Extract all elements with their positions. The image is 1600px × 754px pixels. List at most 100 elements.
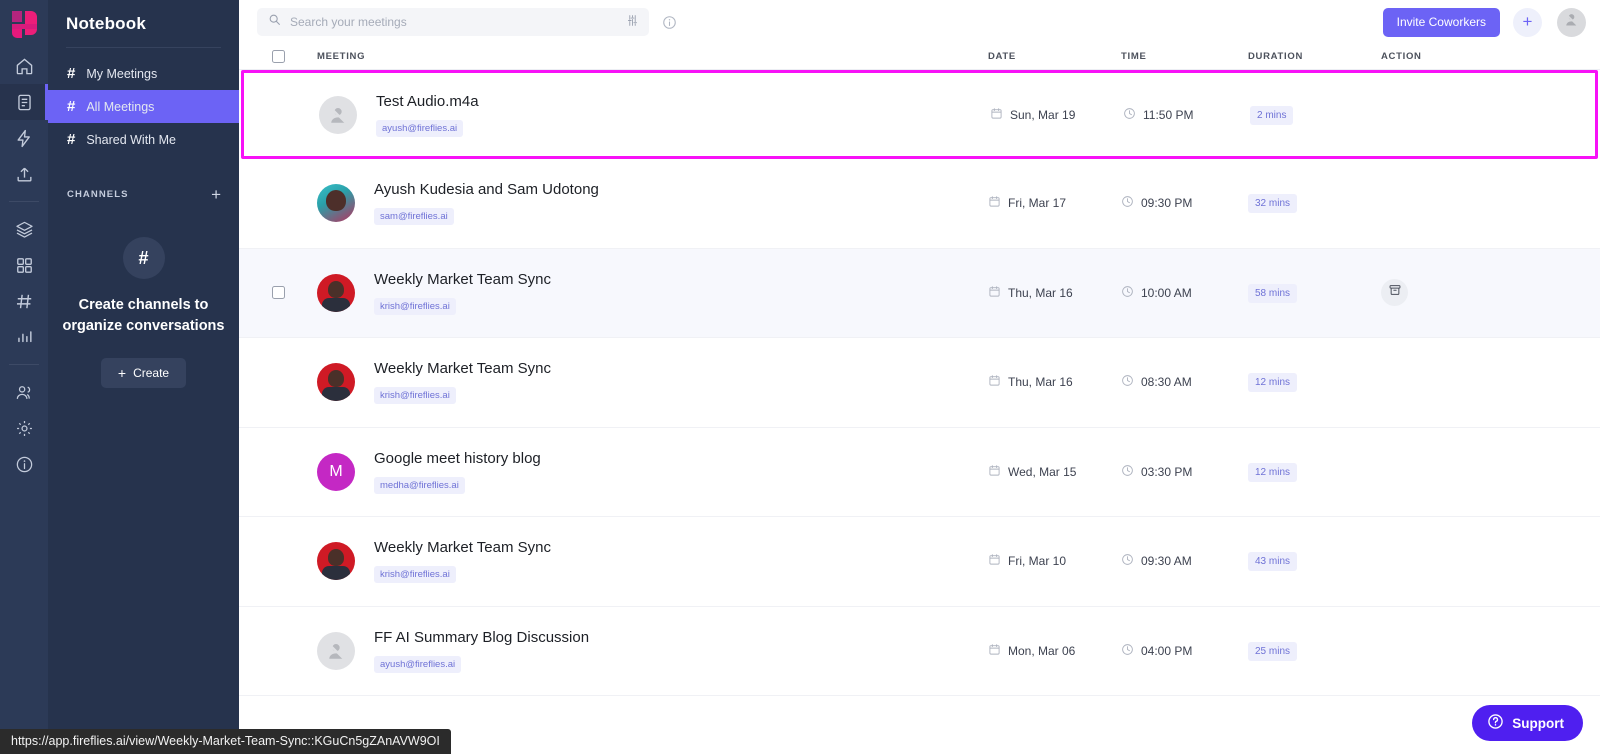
avatar	[317, 273, 355, 312]
search-input[interactable]	[290, 15, 617, 29]
meeting-date-text: Fri, Mar 10	[1008, 554, 1067, 569]
meeting-date: Thu, Mar 16	[988, 285, 1121, 301]
meeting-duration: 58 mins	[1248, 283, 1381, 303]
meeting-owner-badge: krish@fireflies.ai	[374, 297, 456, 315]
support-button[interactable]: Support	[1472, 705, 1583, 741]
clock-icon	[1121, 374, 1134, 390]
table-row[interactable]: Weekly Market Team Sync krish@fireflies.a…	[239, 517, 1600, 607]
rail-item-home[interactable]	[0, 48, 48, 84]
duration-badge: 2 mins	[1250, 105, 1294, 125]
meeting-time: 08:30 AM	[1121, 374, 1248, 390]
meeting-date-text: Fri, Mar 17	[1008, 196, 1067, 211]
user-avatar[interactable]	[1557, 7, 1586, 37]
meeting-title: Ayush Kudesia and Sam Udotong	[374, 181, 599, 199]
top-toolbar: Invite Coworkers +	[239, 0, 1600, 44]
rail-item-automation[interactable]	[0, 120, 48, 156]
calendar-icon	[988, 195, 1001, 211]
main-content: Invite Coworkers + MEETING DATE TIME DUR…	[239, 0, 1600, 754]
meeting-duration: 12 mins	[1248, 462, 1381, 482]
meeting-title: Test Audio.m4a	[376, 92, 479, 110]
add-button[interactable]: +	[1513, 7, 1542, 37]
search-bar[interactable]	[257, 8, 649, 36]
meeting-date-text: Sun, Mar 19	[1010, 107, 1076, 122]
meeting-time-text: 11:50 PM	[1143, 107, 1194, 122]
meeting-duration: 43 mins	[1248, 551, 1381, 572]
select-all-checkbox[interactable]	[272, 50, 285, 63]
invite-coworkers-button[interactable]: Invite Coworkers	[1382, 7, 1500, 37]
row-checkbox[interactable]	[272, 286, 285, 300]
plus-icon: +	[1522, 12, 1533, 31]
sidebar-item-label: Shared With Me	[86, 132, 176, 147]
meeting-cell: M Google meet history blog medha@fireflies…	[285, 450, 988, 494]
meeting-date: Mon, Mar 06	[988, 643, 1121, 659]
meeting-time-text: 09:30 PM	[1141, 196, 1193, 211]
filter-sliders-icon[interactable]	[626, 14, 642, 30]
rail-item-apps[interactable]	[0, 247, 48, 283]
calendar-icon	[988, 643, 1001, 659]
avatar	[317, 542, 355, 581]
column-header-meeting: MEETING	[317, 51, 366, 62]
rail-item-channels[interactable]	[0, 283, 48, 319]
meeting-cell: Ayush Kudesia and Sam Udotong sam@firefli…	[285, 181, 988, 226]
meeting-time-text: 04:00 PM	[1141, 643, 1193, 658]
table-row[interactable]: FF AI Summary Blog Discussion ayush@firef…	[239, 607, 1600, 696]
duration-badge: 25 mins	[1248, 641, 1298, 661]
document-icon	[15, 93, 34, 112]
grid-icon	[15, 256, 34, 275]
meeting-date-text: Thu, Mar 16	[1008, 285, 1073, 300]
meeting-time: 09:30 PM	[1121, 195, 1248, 211]
column-header-time: TIME	[1121, 51, 1147, 62]
meeting-title: Weekly Market Team Sync	[374, 360, 552, 378]
info-icon[interactable]	[662, 15, 677, 30]
meeting-date: Thu, Mar 16	[988, 374, 1121, 390]
hash-icon	[15, 292, 34, 311]
rail-item-info[interactable]	[0, 446, 48, 482]
table-row[interactable]: Weekly Market Team Sync krish@fireflies.a…	[239, 338, 1600, 428]
column-header-action: ACTION	[1381, 51, 1422, 62]
table-row[interactable]: M Google meet history blog medha@fireflies…	[239, 428, 1600, 517]
meeting-cell: Weekly Market Team Sync krish@fireflies.a…	[285, 539, 988, 584]
hash-icon: #	[67, 131, 76, 148]
meeting-time-text: 09:30 AM	[1141, 554, 1192, 569]
duration-badge: 58 mins	[1248, 283, 1298, 303]
sidebar-item-all-meetings[interactable]: # All Meetings	[48, 90, 239, 123]
duration-badge: 32 mins	[1248, 194, 1298, 214]
table-row[interactable]: Ayush Kudesia and Sam Udotong sam@firefli…	[239, 159, 1600, 249]
meetings-list: Test Audio.m4a ayush@fireflies.ai Sun, Mar…	[239, 70, 1600, 753]
rail-item-settings[interactable]	[0, 410, 48, 446]
icon-rail	[0, 0, 48, 754]
table-header: MEETING DATE TIME DURATION ACTION	[239, 44, 1600, 70]
gear-icon	[15, 419, 34, 438]
meeting-date-text: Mon, Mar 06	[1008, 643, 1076, 658]
fireflies-logo-mark	[11, 10, 37, 38]
rail-item-layers[interactable]	[0, 211, 48, 247]
fireflies-logo[interactable]	[0, 0, 48, 48]
meeting-title: Weekly Market Team Sync	[374, 270, 552, 288]
meeting-date-text: Thu, Mar 16	[1008, 375, 1073, 390]
channels-empty-text: Create channels to organize conversation…	[62, 297, 225, 334]
meeting-time: 04:00 PM	[1121, 643, 1248, 659]
rail-item-team[interactable]	[0, 374, 48, 410]
avatar	[317, 631, 355, 670]
channels-label: CHANNELS	[67, 189, 129, 200]
duration-badge: 43 mins	[1248, 552, 1298, 572]
sidebar-item-my-meetings[interactable]: # My Meetings	[48, 57, 239, 90]
meeting-cell: Weekly Market Team Sync krish@fireflies.a…	[285, 271, 988, 315]
support-label: Support	[1512, 715, 1564, 731]
sidebar-item-label: All Meetings	[86, 99, 155, 114]
table-row[interactable]: Weekly Market Team Sync krish@fireflies.a…	[239, 248, 1600, 338]
meeting-owner-badge: krish@fireflies.ai	[374, 387, 456, 405]
sidebar-item-label: My Meetings	[86, 66, 158, 81]
meeting-owner-badge: ayush@fireflies.ai	[376, 119, 464, 137]
rail-item-upload[interactable]	[0, 156, 48, 192]
table-row[interactable]: Test Audio.m4a ayush@fireflies.ai Sun, Mar…	[241, 70, 1598, 159]
column-header-duration: DURATION	[1248, 51, 1304, 62]
chart-icon	[15, 328, 34, 347]
archive-button[interactable]	[1381, 279, 1408, 307]
sidebar-item-shared-with-me[interactable]: # Shared With Me	[48, 123, 239, 156]
plus-icon[interactable]: +	[211, 186, 221, 203]
create-channel-button[interactable]: + Create	[101, 358, 186, 389]
rail-item-notebook[interactable]	[0, 84, 48, 120]
rail-item-analytics[interactable]	[0, 319, 48, 355]
meeting-time-text: 03:30 PM	[1141, 464, 1193, 479]
